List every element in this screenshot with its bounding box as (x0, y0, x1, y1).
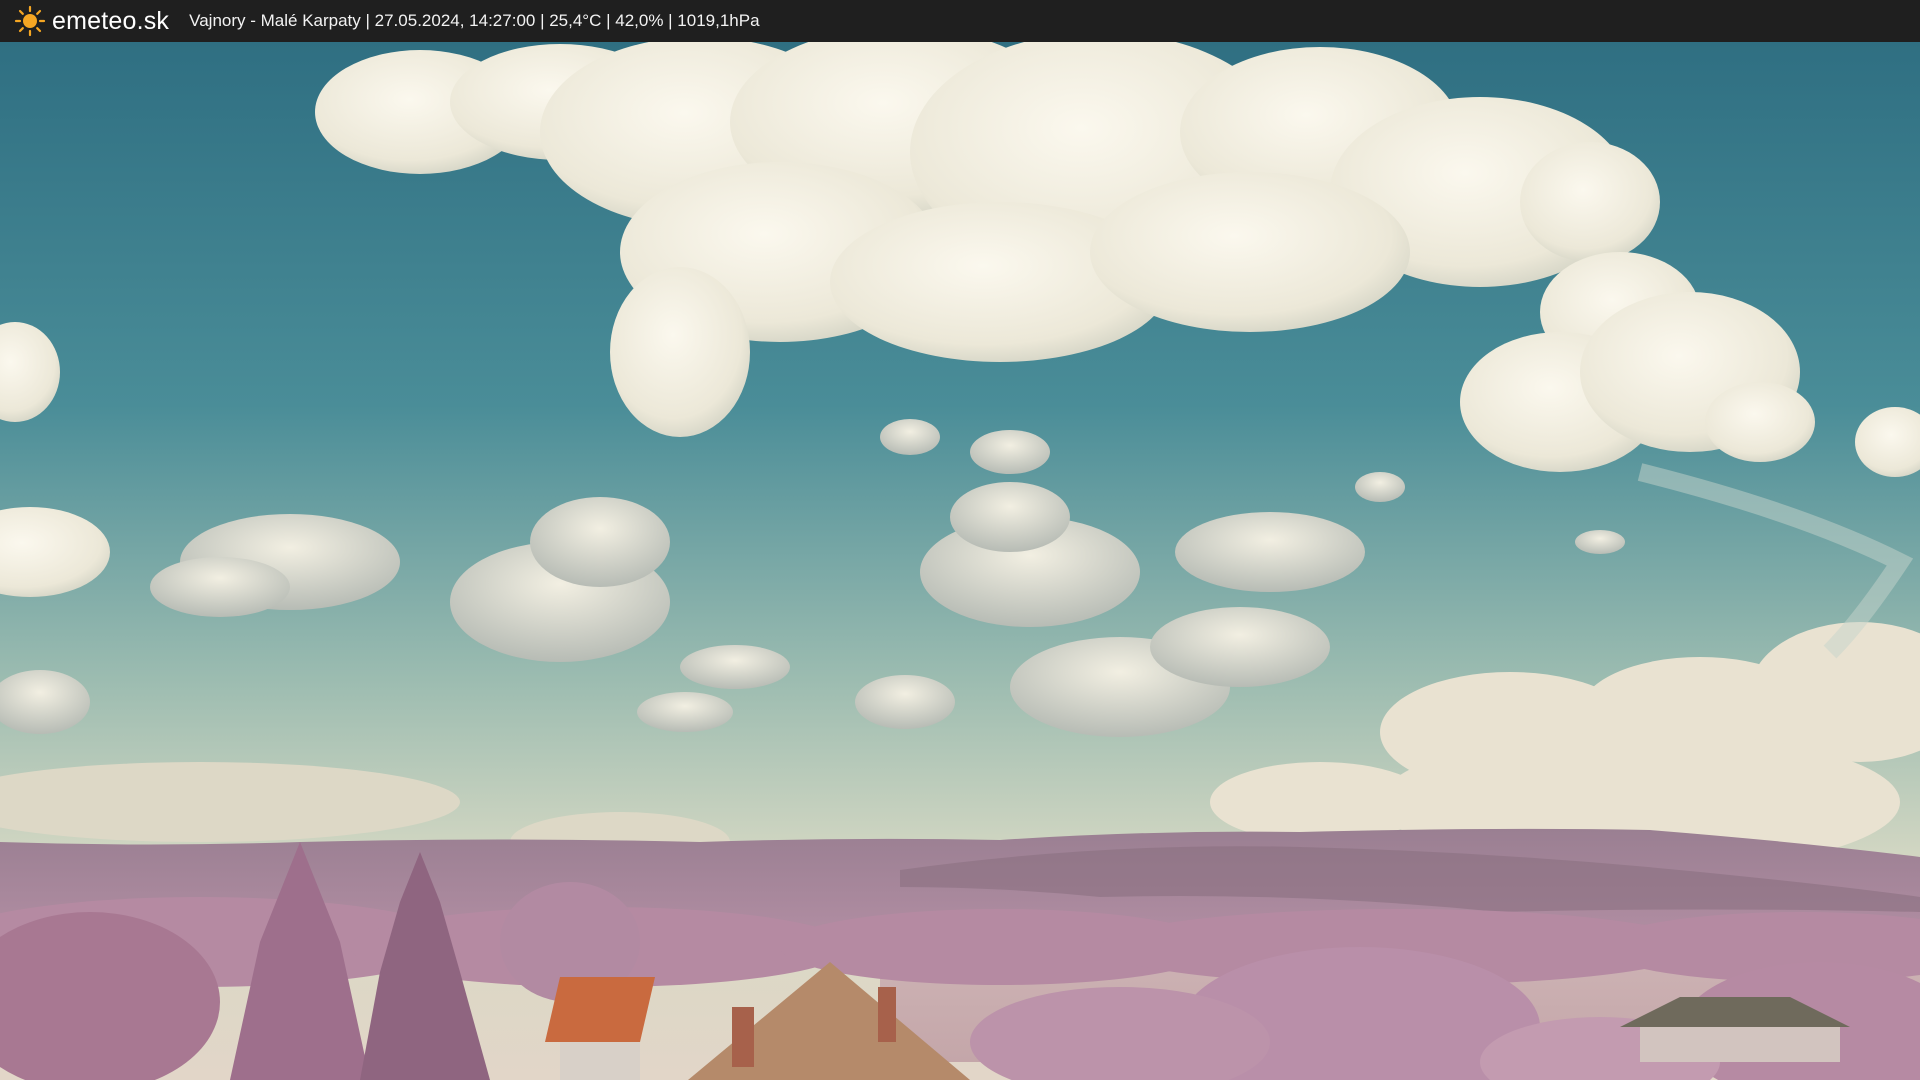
sun-icon (14, 5, 46, 37)
webcam-frame: emeteo.sk Vajnory - Malé Karpaty | 27.05… (0, 0, 1920, 1080)
house-left (545, 977, 655, 1080)
brand-name: emeteo.sk (52, 6, 170, 35)
info-bar: emeteo.sk Vajnory - Malé Karpaty | 27.05… (0, 0, 1920, 42)
webcam-image (0, 42, 1920, 1080)
site-logo[interactable]: emeteo.sk (14, 5, 169, 37)
weather-caption: Vajnory - Malé Karpaty | 27.05.2024, 14:… (189, 11, 760, 30)
